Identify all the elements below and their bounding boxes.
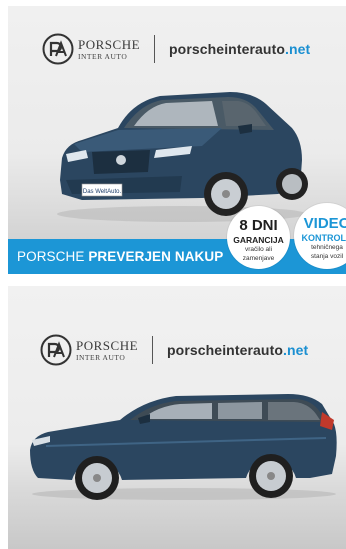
brand-name: PORSCHE <box>76 337 139 353</box>
logo-divider <box>154 35 156 63</box>
brand-name: PORSCHE <box>78 36 141 52</box>
dealer-logo-row: PORSCHE INTER AUTO porscheinterauto.net <box>40 334 346 366</box>
dealer-website: porscheinterauto.net <box>167 342 309 358</box>
car-front-view: Das WeltAuto. <box>57 92 308 222</box>
guarantee-badge: 8 DNI GARANCIJA vračilo ali zamenjave <box>227 206 290 269</box>
banner-text-bold: PREVERJEN NAKUP <box>88 249 224 264</box>
logo-divider <box>152 336 154 364</box>
video-control-badge: VIDEO KONTROLA tehničnega stanja vozil <box>294 203 346 269</box>
brand-subtitle: INTER AUTO <box>78 51 128 61</box>
porsche-inter-auto-logo-icon <box>42 33 74 65</box>
dealer-logo-row: PORSCHE INTER AUTO porscheinterauto.net <box>42 33 346 65</box>
porsche-inter-auto-logo-icon <box>40 334 72 366</box>
banner-text-regular: PORSCHE <box>17 249 85 264</box>
brand-subtitle: INTER AUTO <box>76 352 126 362</box>
dealer-website: porscheinterauto.net <box>169 41 311 57</box>
listing-photo-side[interactable]: PORSCHE INTER AUTO porscheinterauto.net <box>8 286 346 549</box>
svg-text:Das WeltAuto.: Das WeltAuto. <box>83 189 122 195</box>
listing-photo-front[interactable]: PORSCHE INTER AUTO porscheinterauto.net … <box>8 6 346 274</box>
car-side-view <box>30 394 337 500</box>
